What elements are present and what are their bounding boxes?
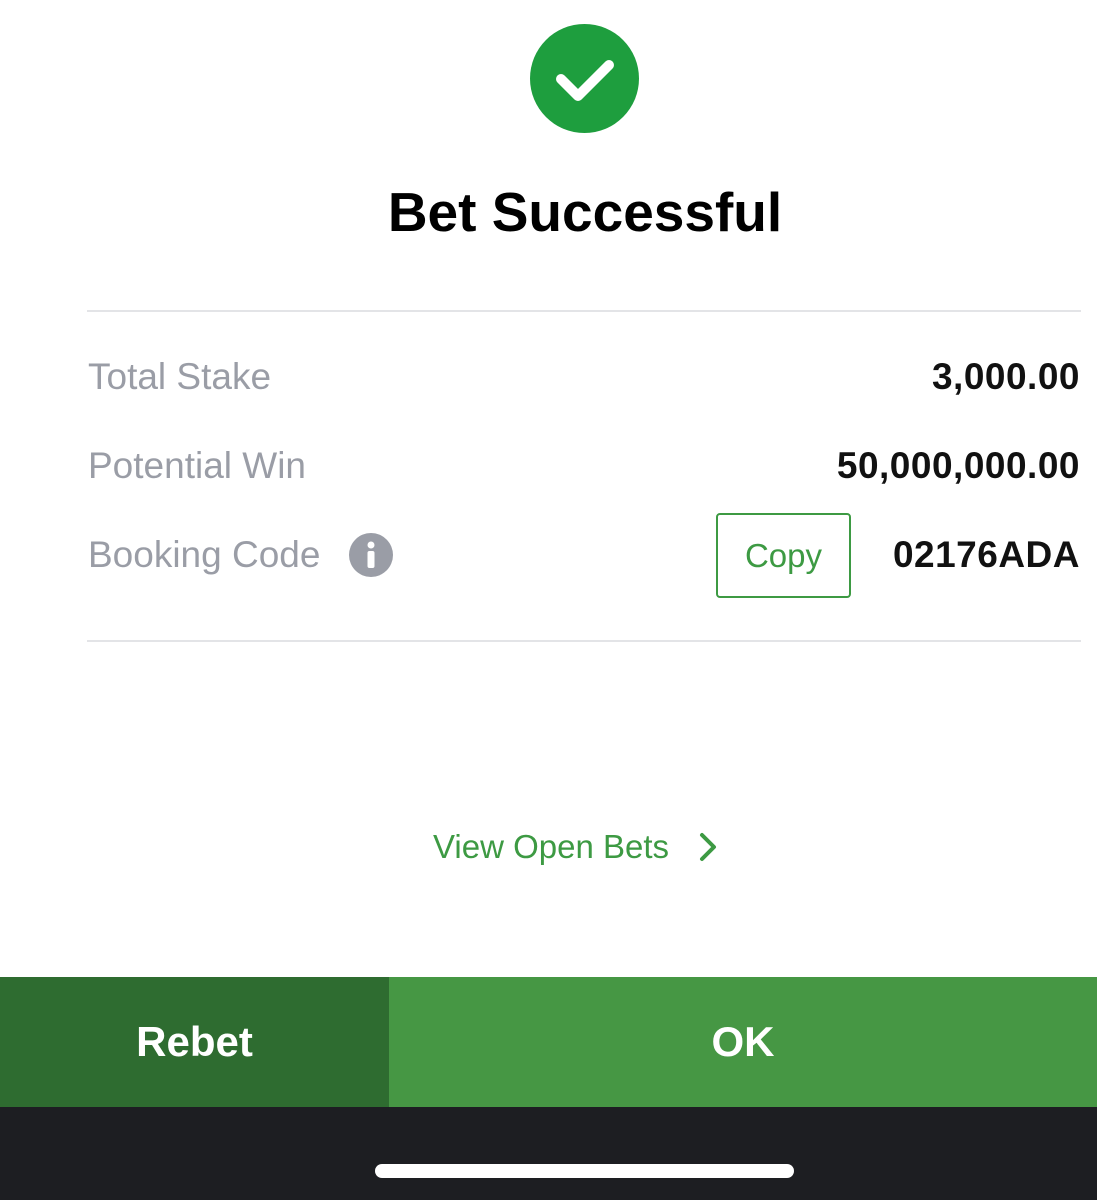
total-stake-label: Total Stake [88,356,272,397]
page-title: Bet Successful [387,181,783,243]
divider [87,640,1081,642]
action-bar: Rebet OK [0,977,1097,1107]
copy-button[interactable]: Copy [716,513,851,598]
divider [87,310,1081,312]
booking-code-value: 02176ADA [892,534,1080,575]
potential-win-value: 50,000,000.00 [836,445,1080,486]
check-circle-icon [530,24,639,133]
booking-code-label: Booking Code [88,534,321,575]
potential-win-label: Potential Win [88,445,306,486]
rebet-button[interactable]: Rebet [0,977,389,1107]
chevron-right-icon [697,831,719,863]
view-open-bets-link[interactable]: View Open Bets [433,824,719,870]
bet-confirmation-screen: Bet Successful Total Stake 3,000.00 Pote… [0,0,1097,1200]
ok-button[interactable]: OK [389,977,1097,1107]
system-bottom-bar [0,1107,1097,1200]
view-open-bets-label: View Open Bets [433,828,670,865]
info-icon[interactable] [349,533,393,577]
total-stake-value: 3,000.00 [931,356,1080,397]
home-indicator[interactable] [375,1164,794,1178]
